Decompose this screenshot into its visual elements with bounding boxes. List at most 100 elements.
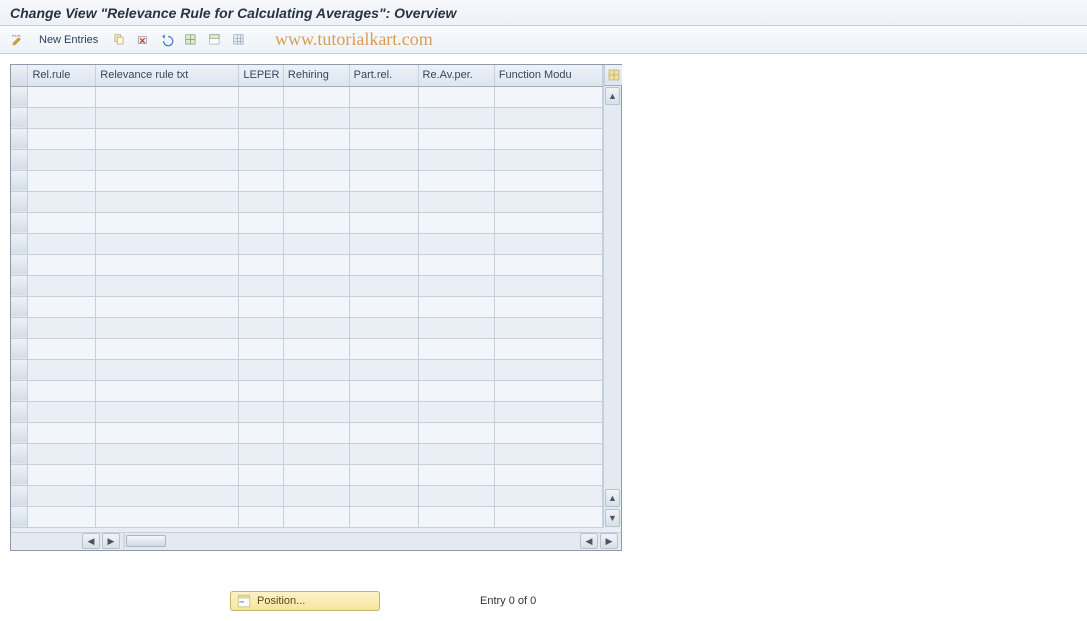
cell-re_av_per[interactable] [418, 128, 494, 149]
row-selector[interactable] [11, 506, 28, 527]
scroll-right1-icon[interactable]: ▶ [102, 533, 120, 549]
cell-part_rel[interactable] [349, 317, 418, 338]
vertical-scrollbar[interactable]: ▲ ▲ ▼ [603, 65, 621, 528]
cell-relevance_rule_txt[interactable] [96, 212, 239, 233]
cell-relevance_rule_txt[interactable] [96, 443, 239, 464]
cell-part_rel[interactable] [349, 149, 418, 170]
new-entries-button[interactable]: New Entries [32, 31, 105, 49]
cell-re_av_per[interactable] [418, 443, 494, 464]
cell-rehiring[interactable] [283, 485, 349, 506]
cell-leper[interactable] [239, 443, 284, 464]
cell-rel_rule[interactable] [28, 443, 96, 464]
cell-relevance_rule_txt[interactable] [96, 107, 239, 128]
cell-re_av_per[interactable] [418, 317, 494, 338]
row-selector[interactable] [11, 338, 28, 359]
cell-rehiring[interactable] [283, 86, 349, 107]
cell-rel_rule[interactable] [28, 149, 96, 170]
cell-re_av_per[interactable] [418, 107, 494, 128]
cell-rehiring[interactable] [283, 275, 349, 296]
cell-rel_rule[interactable] [28, 338, 96, 359]
cell-function_module[interactable] [494, 254, 602, 275]
table-row[interactable] [11, 170, 603, 191]
cell-relevance_rule_txt[interactable] [96, 128, 239, 149]
row-selector[interactable] [11, 296, 28, 317]
cell-rel_rule[interactable] [28, 233, 96, 254]
row-selector-header[interactable] [11, 65, 28, 86]
select-block-icon[interactable] [205, 30, 225, 50]
cell-part_rel[interactable] [349, 107, 418, 128]
table-row[interactable] [11, 86, 603, 107]
cell-re_av_per[interactable] [418, 422, 494, 443]
scroll-left-end-icon[interactable]: ◀ [580, 533, 598, 549]
cell-re_av_per[interactable] [418, 485, 494, 506]
data-grid[interactable]: Rel.ruleRelevance rule txtLEPERRehiringP… [11, 65, 603, 528]
table-row[interactable] [11, 359, 603, 380]
cell-part_rel[interactable] [349, 338, 418, 359]
cell-re_av_per[interactable] [418, 464, 494, 485]
scroll-right-end-icon[interactable]: ▶ [600, 533, 618, 549]
horizontal-scrollbar[interactable]: ◀ ▶ ◀ ▶ [11, 532, 621, 550]
table-row[interactable] [11, 485, 603, 506]
cell-leper[interactable] [239, 191, 284, 212]
cell-rehiring[interactable] [283, 212, 349, 233]
cell-part_rel[interactable] [349, 275, 418, 296]
cell-function_module[interactable] [494, 128, 602, 149]
cell-function_module[interactable] [494, 86, 602, 107]
cell-rel_rule[interactable] [28, 422, 96, 443]
cell-part_rel[interactable] [349, 212, 418, 233]
copy-icon[interactable] [109, 30, 129, 50]
cell-part_rel[interactable] [349, 422, 418, 443]
cell-rel_rule[interactable] [28, 254, 96, 275]
row-selector[interactable] [11, 149, 28, 170]
cell-rehiring[interactable] [283, 359, 349, 380]
cell-part_rel[interactable] [349, 380, 418, 401]
cell-rel_rule[interactable] [28, 212, 96, 233]
cell-re_av_per[interactable] [418, 359, 494, 380]
table-row[interactable] [11, 464, 603, 485]
cell-rehiring[interactable] [283, 380, 349, 401]
cell-leper[interactable] [239, 317, 284, 338]
row-selector[interactable] [11, 443, 28, 464]
row-selector[interactable] [11, 233, 28, 254]
cell-rehiring[interactable] [283, 296, 349, 317]
cell-rehiring[interactable] [283, 191, 349, 212]
cell-function_module[interactable] [494, 170, 602, 191]
cell-leper[interactable] [239, 464, 284, 485]
cell-function_module[interactable] [494, 212, 602, 233]
delete-icon[interactable] [133, 30, 153, 50]
cell-function_module[interactable] [494, 107, 602, 128]
row-selector[interactable] [11, 212, 28, 233]
cell-part_rel[interactable] [349, 86, 418, 107]
cell-part_rel[interactable] [349, 443, 418, 464]
table-row[interactable] [11, 254, 603, 275]
cell-re_av_per[interactable] [418, 233, 494, 254]
cell-rel_rule[interactable] [28, 170, 96, 191]
column-header-relevance_rule_txt[interactable]: Relevance rule txt [96, 65, 239, 86]
cell-leper[interactable] [239, 506, 284, 527]
table-row[interactable] [11, 275, 603, 296]
cell-relevance_rule_txt[interactable] [96, 170, 239, 191]
cell-rel_rule[interactable] [28, 380, 96, 401]
cell-re_av_per[interactable] [418, 149, 494, 170]
cell-function_module[interactable] [494, 296, 602, 317]
scroll-down-icon[interactable]: ▼ [605, 509, 620, 527]
cell-rehiring[interactable] [283, 338, 349, 359]
cell-re_av_per[interactable] [418, 296, 494, 317]
cell-function_module[interactable] [494, 338, 602, 359]
cell-part_rel[interactable] [349, 233, 418, 254]
cell-leper[interactable] [239, 359, 284, 380]
row-selector[interactable] [11, 191, 28, 212]
cell-leper[interactable] [239, 485, 284, 506]
cell-rel_rule[interactable] [28, 485, 96, 506]
cell-part_rel[interactable] [349, 191, 418, 212]
table-row[interactable] [11, 233, 603, 254]
table-row[interactable] [11, 443, 603, 464]
cell-rel_rule[interactable] [28, 86, 96, 107]
cell-rel_rule[interactable] [28, 401, 96, 422]
cell-function_module[interactable] [494, 485, 602, 506]
row-selector[interactable] [11, 317, 28, 338]
table-row[interactable] [11, 380, 603, 401]
cell-relevance_rule_txt[interactable] [96, 317, 239, 338]
cell-relevance_rule_txt[interactable] [96, 191, 239, 212]
row-selector[interactable] [11, 128, 28, 149]
